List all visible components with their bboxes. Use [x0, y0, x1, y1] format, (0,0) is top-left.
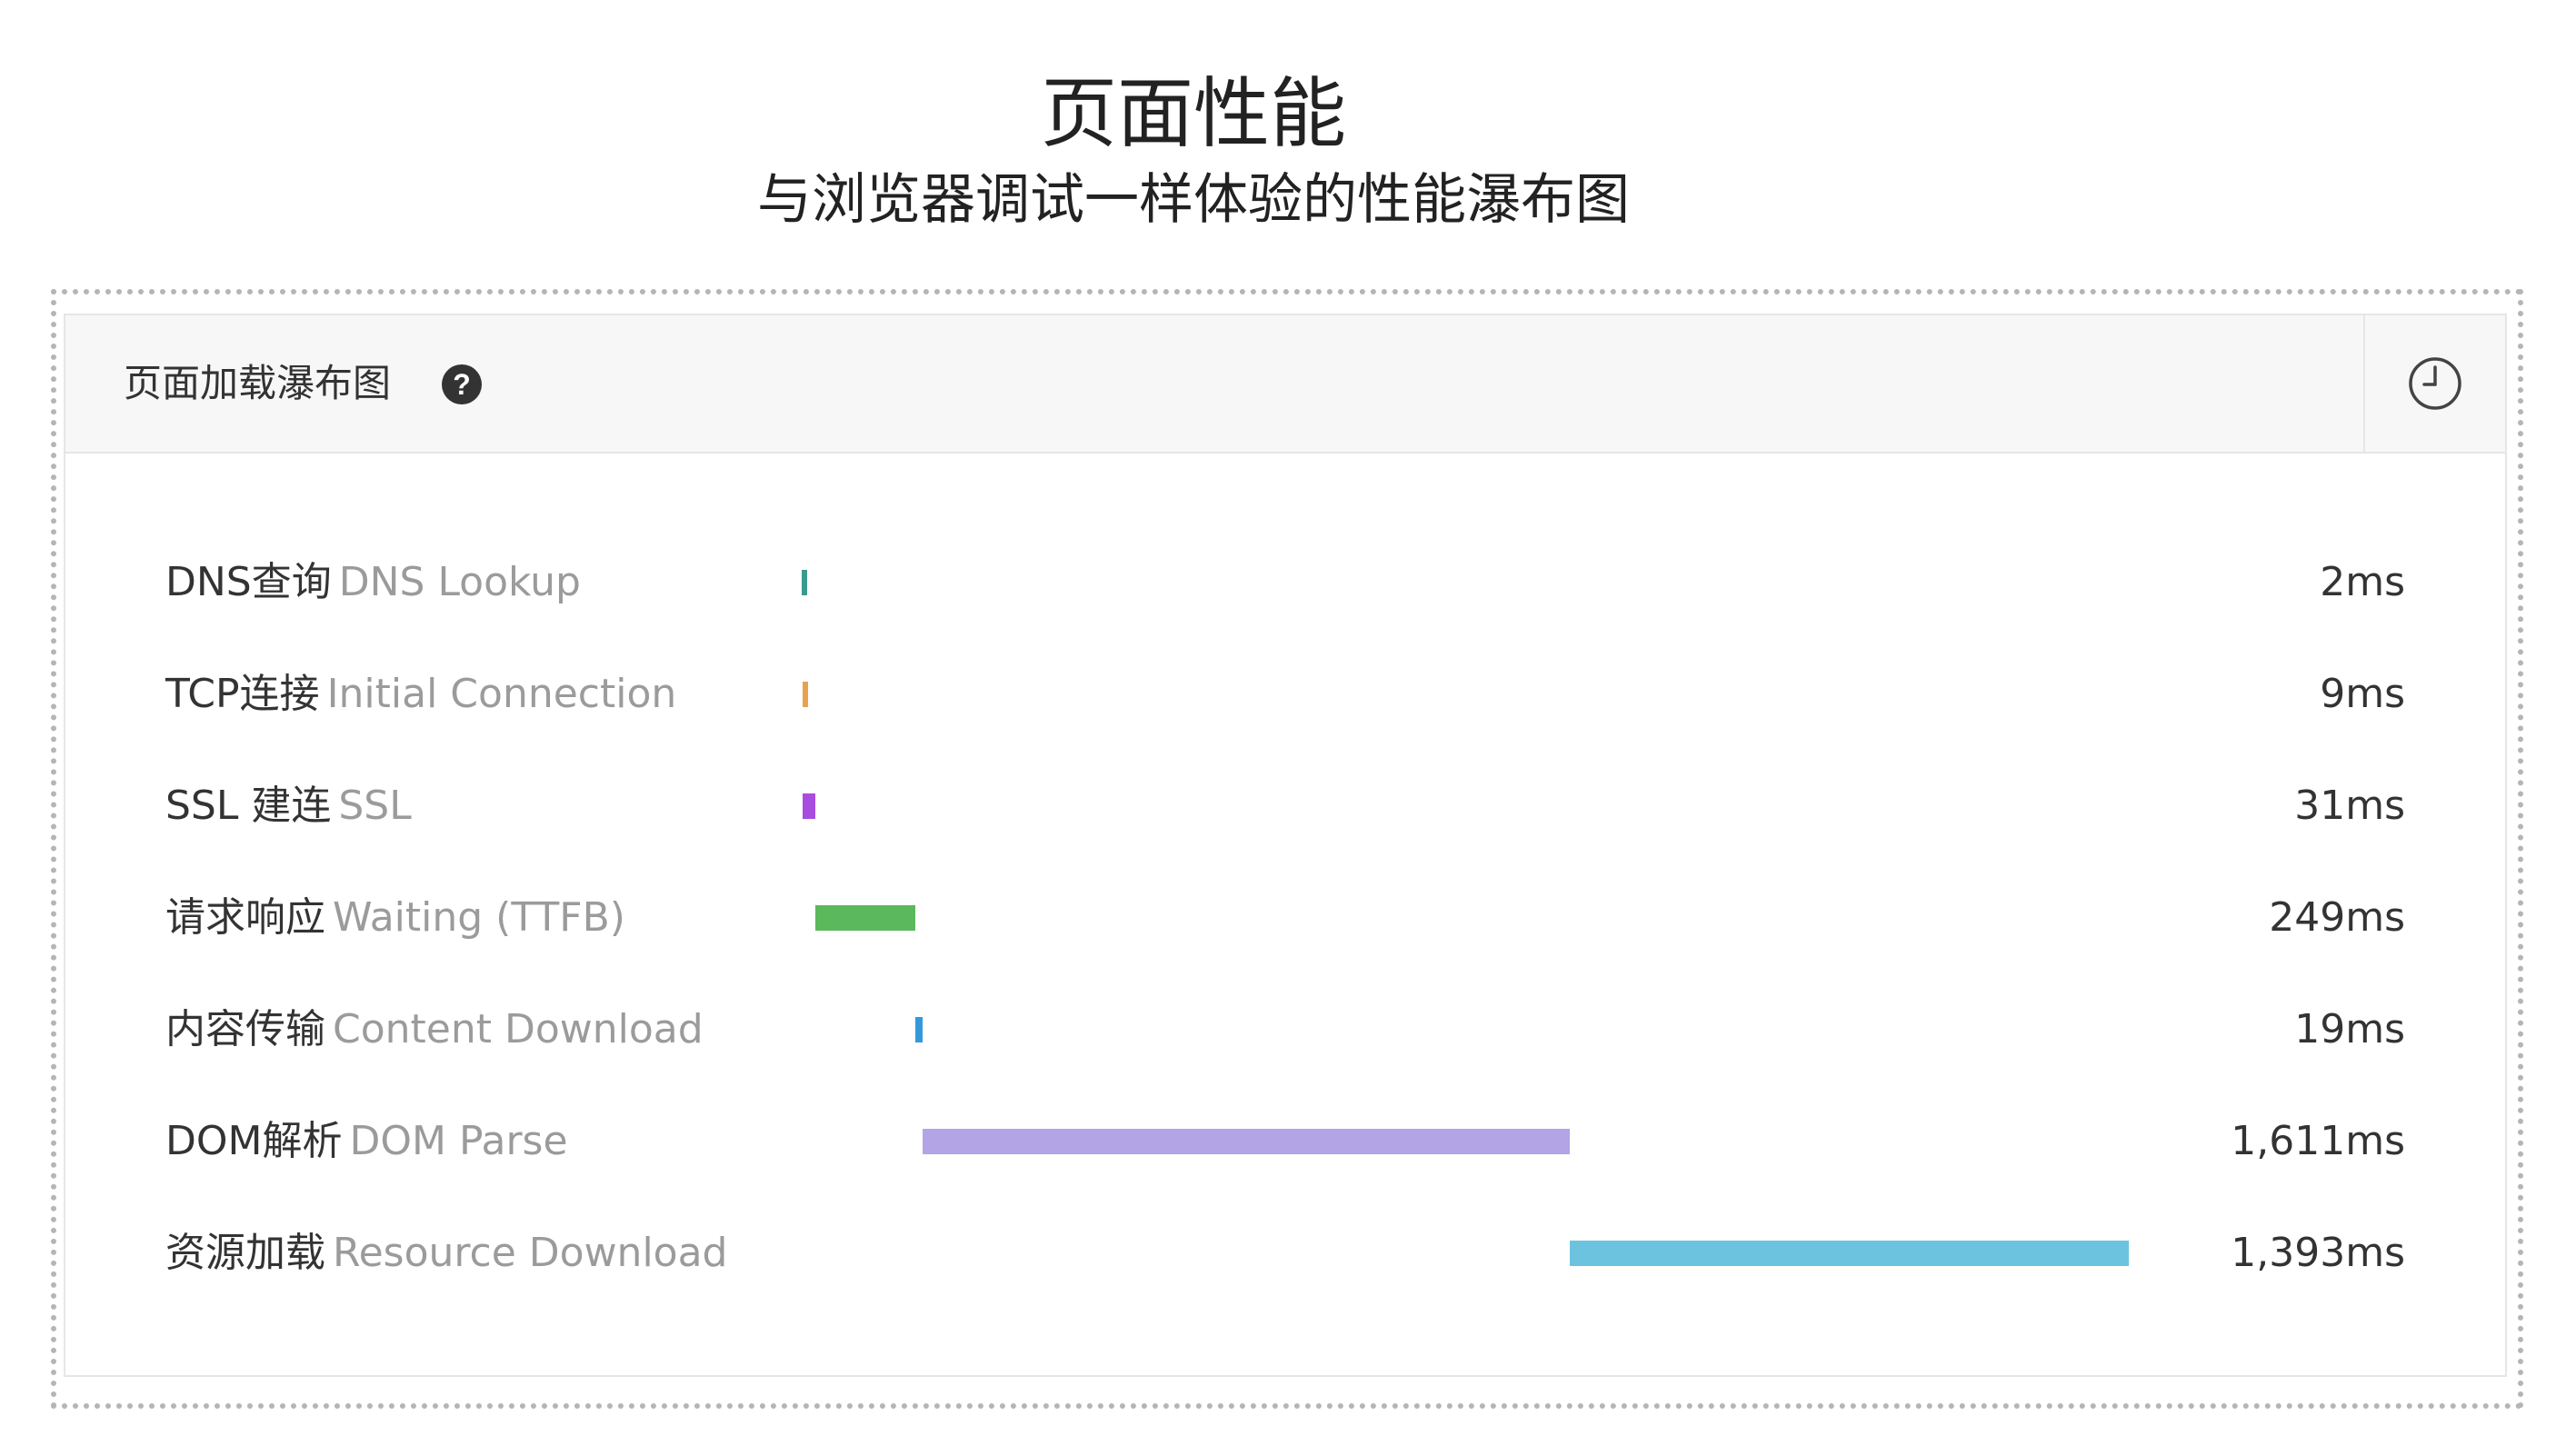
row-duration: 9ms — [2320, 671, 2405, 717]
row-label-cn: DOM解析 — [165, 1118, 343, 1164]
waterfall-bar[interactable] — [922, 1129, 1570, 1154]
bar-track — [802, 1105, 2132, 1178]
waterfall-row: 请求响应 Waiting (TTFB) 249ms — [65, 882, 2505, 954]
row-label: 资源加载 Resource Download — [165, 1230, 727, 1277]
page-subtitle: 与浏览器调试一样体验的性能瀑布图 — [757, 168, 1630, 232]
waterfall-bar[interactable] — [802, 682, 808, 707]
clock-icon — [2409, 357, 2461, 410]
row-duration: 1,393ms — [2231, 1230, 2405, 1276]
row-label-cn: DNS查询 — [165, 559, 332, 605]
row-label: TCP连接 Initial Connection — [165, 671, 676, 718]
row-label-en: SSL — [338, 783, 412, 829]
row-label-en: DNS Lookup — [338, 559, 581, 605]
waterfall-bar[interactable] — [802, 793, 815, 819]
row-duration: 19ms — [2294, 1006, 2405, 1052]
row-label-cn: 内容传输 — [165, 1006, 325, 1052]
row-label-cn: 资源加载 — [165, 1230, 325, 1276]
waterfall-rows: DNS查询 DNS Lookup 2ms TCP连接 Initial Connectio… — [65, 454, 2505, 1375]
waterfall-row: 内容传输 Content Download 19ms — [65, 993, 2505, 1066]
row-label-en: DOM Parse — [349, 1118, 568, 1164]
row-duration: 2ms — [2320, 559, 2405, 605]
waterfall-panel: 页面加载瀑布图 ? DNS查询 DNS Lookup 2ms TCP连接 Initial… — [64, 314, 2507, 1377]
waterfall-bar[interactable] — [814, 905, 915, 931]
page-title: 页面性能 — [1040, 69, 1346, 158]
row-label-cn: SSL 建连 — [165, 783, 332, 829]
row-label: DOM解析 DOM Parse — [165, 1118, 568, 1165]
bar-track — [802, 1217, 2132, 1290]
row-label: SSL 建连 SSL — [165, 783, 412, 830]
row-label: 内容传输 Content Download — [165, 1006, 704, 1053]
waterfall-row: DNS查询 DNS Lookup 2ms — [65, 546, 2505, 619]
row-label-cn: TCP连接 — [165, 671, 320, 717]
row-label-cn: 请求响应 — [165, 894, 325, 941]
waterfall-bar[interactable] — [802, 570, 807, 595]
panel-title: 页面加载瀑布图 — [124, 361, 392, 405]
bar-track — [802, 882, 2132, 954]
waterfall-row: DOM解析 DOM Parse 1,611ms — [65, 1105, 2505, 1178]
row-label: 请求响应 Waiting (TTFB) — [165, 894, 625, 942]
panel-header: 页面加载瀑布图 ? — [65, 315, 2505, 454]
waterfall-row: SSL 建连 SSL 31ms — [65, 770, 2505, 843]
bar-track — [802, 770, 2132, 843]
row-duration: 249ms — [2269, 894, 2405, 941]
waterfall-row: 资源加载 Resource Download 1,393ms — [65, 1217, 2505, 1290]
row-duration: 31ms — [2294, 783, 2405, 829]
bar-track — [802, 658, 2132, 731]
bar-track — [802, 546, 2132, 619]
bar-track — [802, 993, 2132, 1066]
row-label-en: Content Download — [333, 1006, 704, 1052]
row-label-en: Resource Download — [333, 1230, 728, 1276]
waterfall-bar[interactable] — [1569, 1241, 2129, 1266]
history-button[interactable] — [2365, 315, 2505, 452]
question-circle-icon[interactable]: ? — [442, 364, 482, 404]
row-label-en: Initial Connection — [326, 671, 677, 717]
row-label: DNS查询 DNS Lookup — [165, 559, 581, 606]
waterfall-bar[interactable] — [914, 1017, 923, 1042]
waterfall-row: TCP连接 Initial Connection 9ms — [65, 658, 2505, 731]
row-label-en: Waiting (TTFB) — [333, 894, 625, 941]
row-duration: 1,611ms — [2231, 1118, 2405, 1164]
